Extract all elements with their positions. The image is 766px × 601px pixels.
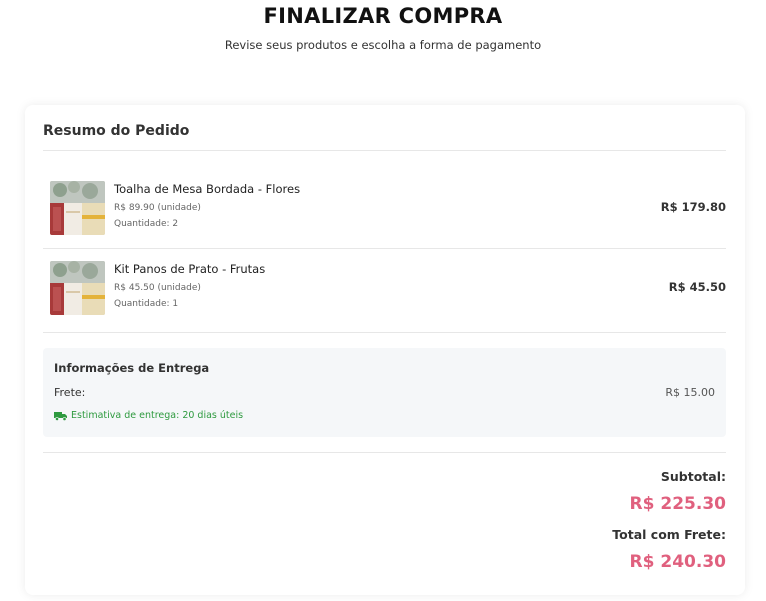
total-with-freight-label: Total com Frete: — [612, 527, 726, 542]
item-total: R$ 45.50 — [668, 280, 726, 294]
order-item: Toalha de Mesa Bordada - Flores R$ 89.90… — [43, 181, 726, 251]
item-quantity: Quantidade: 2 — [114, 219, 179, 229]
item-total: R$ 179.80 — [660, 200, 726, 214]
subtotal-value: R$ 225.30 — [629, 494, 726, 514]
subtotal-label: Subtotal: — [660, 469, 726, 484]
freight-value: R$ 15.00 — [665, 386, 715, 399]
delivery-estimate: Estimativa de entrega: 20 dias úteis — [54, 410, 243, 421]
freight-label: Frete: — [54, 386, 86, 399]
item-name: Toalha de Mesa Bordada - Flores — [114, 182, 301, 196]
item-unit-price: R$ 89.90 (unidade) — [114, 203, 201, 213]
item-quantity: Quantidade: 1 — [114, 299, 179, 309]
divider — [43, 332, 726, 333]
checkout-page: FINALIZAR COMPRA Revise seus produtos e … — [0, 0, 766, 601]
order-summary-title: Resumo do Pedido — [43, 123, 190, 139]
divider — [43, 248, 726, 249]
delivery-info-title: Informações de Entrega — [54, 361, 210, 375]
page-subtitle: Revise seus produtos e escolha a forma d… — [224, 38, 542, 52]
item-name: Kit Panos de Prato - Frutas — [114, 262, 266, 276]
order-summary-card: Resumo do Pedido Toalha de Mesa Bordada … — [25, 105, 745, 595]
page-title: FINALIZAR COMPRA — [263, 4, 503, 28]
order-item: Kit Panos de Prato - Frutas R$ 45.50 (un… — [43, 261, 726, 331]
product-image — [50, 261, 105, 315]
delivery-estimate-text: Estimativa de entrega: 20 dias úteis — [71, 410, 244, 421]
item-unit-price: R$ 45.50 (unidade) — [114, 283, 201, 293]
product-image — [50, 181, 105, 235]
truck-icon — [54, 411, 68, 421]
divider — [43, 452, 726, 453]
divider — [43, 150, 726, 151]
delivery-info-panel: Informações de Entrega Frete: R$ 15.00 E… — [43, 348, 726, 437]
total-with-freight-value: R$ 240.30 — [629, 552, 726, 572]
